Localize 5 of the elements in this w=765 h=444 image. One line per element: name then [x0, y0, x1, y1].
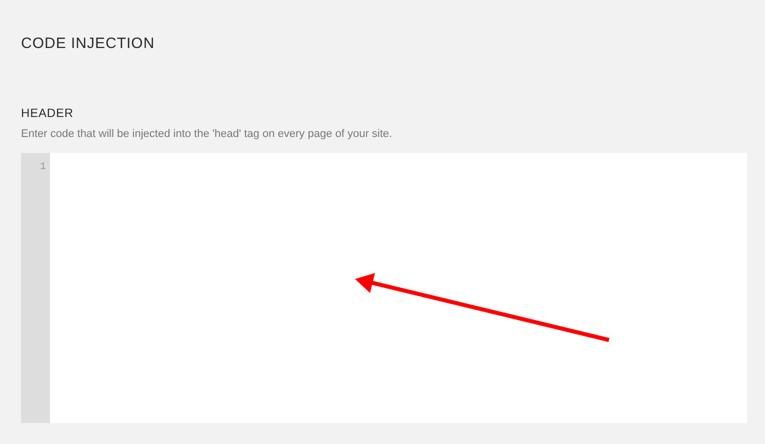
line-number: 1 — [38, 162, 46, 174]
section-heading: HEADER — [21, 105, 74, 121]
section-description: Enter code that will be injected into the 'head' tag on every page of your site. — [21, 127, 394, 141]
page-title: CODE INJECTION — [21, 34, 156, 54]
code-editor[interactable]: 1 — [21, 153, 747, 423]
